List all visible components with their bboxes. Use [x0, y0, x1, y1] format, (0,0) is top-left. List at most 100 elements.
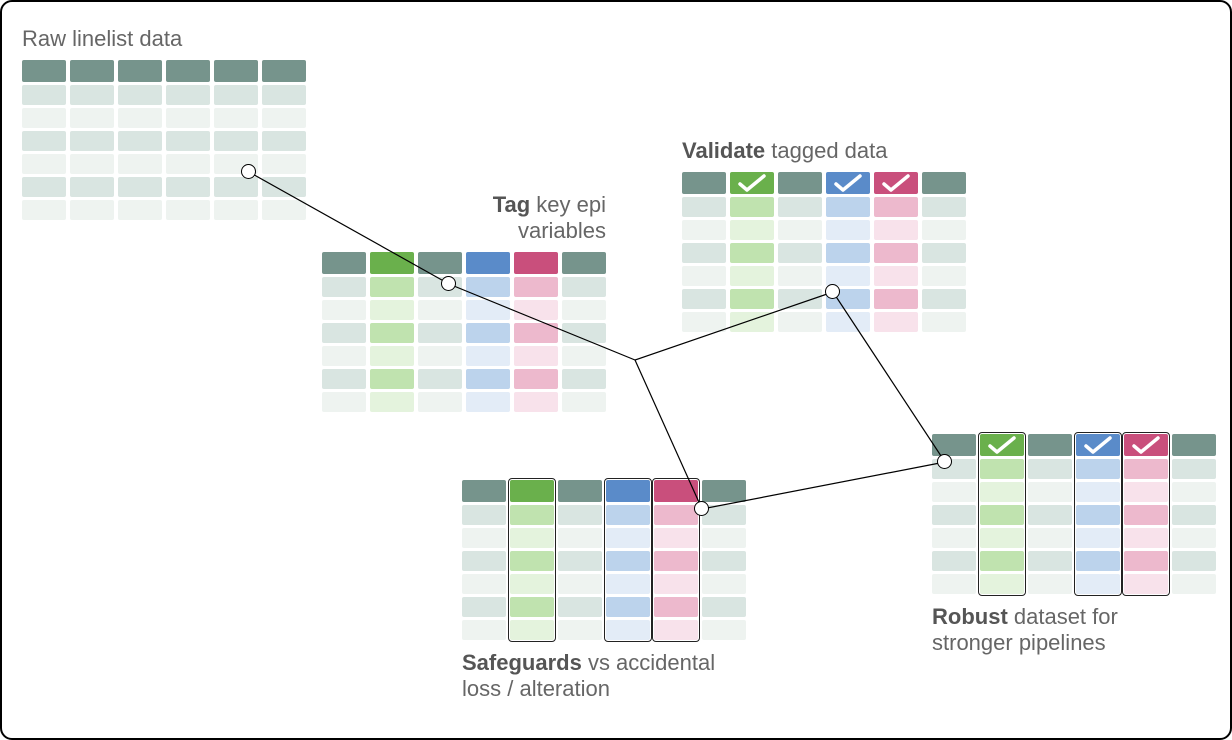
data-cell [418, 392, 462, 412]
data-cell [922, 312, 966, 332]
data-cell [702, 597, 746, 617]
label-tag-rest2: variables [518, 218, 606, 243]
data-cell [1172, 551, 1216, 571]
data-cell [654, 551, 698, 571]
data-cell [826, 197, 870, 217]
column-header [514, 252, 558, 274]
data-cell [1076, 528, 1120, 548]
column-header [606, 480, 650, 502]
data-cell [1076, 459, 1120, 479]
column-header [118, 60, 162, 82]
node-validate [825, 284, 840, 299]
data-cell [166, 131, 210, 151]
data-cell [462, 551, 506, 571]
data-cell [730, 289, 774, 309]
data-cell [702, 620, 746, 640]
node-robust [937, 454, 952, 469]
column-header [22, 60, 66, 82]
data-cell [510, 620, 554, 640]
data-cell [932, 551, 976, 571]
data-cell [466, 346, 510, 366]
data-cell [778, 289, 822, 309]
stage-robust: Robust dataset for stronger pipelines [932, 434, 1216, 657]
data-cell [932, 482, 976, 502]
data-cell [22, 177, 66, 197]
grid-column [370, 252, 414, 412]
data-cell [682, 197, 726, 217]
data-cell [166, 154, 210, 174]
data-cell [778, 197, 822, 217]
column-header [322, 252, 366, 274]
column-header [70, 60, 114, 82]
data-cell [980, 551, 1024, 571]
data-cell [214, 131, 258, 151]
data-cell [1076, 551, 1120, 571]
label-safeguard: Safeguards vs accidental loss / alterati… [462, 650, 746, 703]
data-cell [826, 243, 870, 263]
column-header [654, 480, 698, 502]
data-cell [922, 266, 966, 286]
grid-column [1124, 434, 1168, 594]
data-cell [562, 300, 606, 320]
grid-validate [682, 172, 966, 332]
column-header [922, 172, 966, 194]
data-cell [562, 277, 606, 297]
column-header [1172, 434, 1216, 456]
data-cell [654, 528, 698, 548]
grid-column [922, 172, 966, 332]
data-cell [1076, 574, 1120, 594]
data-cell [826, 220, 870, 240]
data-cell [1172, 482, 1216, 502]
grid-column [214, 60, 258, 220]
data-cell [370, 300, 414, 320]
data-cell [558, 574, 602, 594]
data-cell [510, 528, 554, 548]
data-cell [418, 369, 462, 389]
data-cell [874, 220, 918, 240]
grid-column [510, 480, 554, 640]
data-cell [778, 220, 822, 240]
column-header [418, 252, 462, 274]
data-cell [466, 300, 510, 320]
label-robust-rest2: stronger pipelines [932, 630, 1106, 655]
data-cell [654, 574, 698, 594]
data-cell [466, 277, 510, 297]
data-cell [730, 312, 774, 332]
grid-column [418, 252, 462, 412]
data-cell [702, 551, 746, 571]
data-cell [826, 312, 870, 332]
data-cell [778, 243, 822, 263]
data-cell [874, 197, 918, 217]
column-header [682, 172, 726, 194]
data-cell [510, 574, 554, 594]
grid-column [682, 172, 726, 332]
data-cell [980, 459, 1024, 479]
grid-robust [932, 434, 1216, 594]
column-header [558, 480, 602, 502]
data-cell [514, 346, 558, 366]
data-cell [1124, 459, 1168, 479]
grid-column [466, 252, 510, 412]
data-cell [1028, 528, 1072, 548]
data-cell [214, 85, 258, 105]
label-raw: Raw linelist data [22, 26, 306, 52]
data-cell [980, 482, 1024, 502]
grid-column [1172, 434, 1216, 594]
diagram-canvas: Raw linelist data Tag key epi variables … [0, 0, 1232, 740]
grid-column [514, 252, 558, 412]
data-cell [1124, 551, 1168, 571]
data-cell [980, 574, 1024, 594]
label-validate: Validate tagged data [682, 138, 966, 164]
stage-validate: Validate tagged data [682, 138, 966, 332]
data-cell [514, 369, 558, 389]
data-cell [922, 197, 966, 217]
data-cell [606, 597, 650, 617]
checkmark-icon [874, 172, 918, 194]
data-cell [1172, 505, 1216, 525]
data-cell [562, 323, 606, 343]
checkmark-icon [1076, 434, 1120, 456]
grid-column [980, 434, 1024, 594]
grid-column [262, 60, 306, 220]
data-cell [214, 200, 258, 220]
column-header [462, 480, 506, 502]
